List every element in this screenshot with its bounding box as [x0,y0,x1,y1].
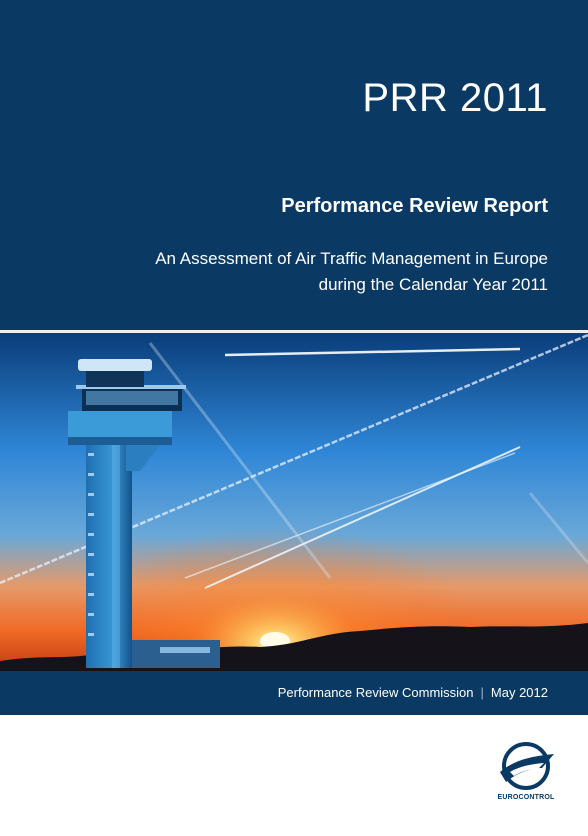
cover-header: PRR 2011 Performance Review Report An As… [0,0,588,330]
cover-photo [0,333,588,671]
report-code: PRR 2011 [362,76,548,120]
footer-band: Performance Review Commission | May 2012 [0,671,588,715]
eurocontrol-emblem-icon [500,742,554,790]
publication-date: May 2012 [490,685,548,700]
footer-line: Performance Review Commission | May 2012 [278,685,548,700]
subtitle-line-2: during the Calendar Year 2011 [318,275,548,294]
control-tower-sunset-image [0,333,588,671]
report-title: Performance Review Report [281,195,548,217]
footer-separator: | [480,685,484,700]
report-subtitle: An Assessment of Air Traffic Management … [88,246,548,298]
eurocontrol-wordmark: EUROCONTROL [497,794,555,801]
eurocontrol-logo: EUROCONTROL [496,742,556,808]
subtitle-line-1: An Assessment of Air Traffic Management … [155,249,548,268]
publisher-name: Performance Review Commission [277,685,474,700]
